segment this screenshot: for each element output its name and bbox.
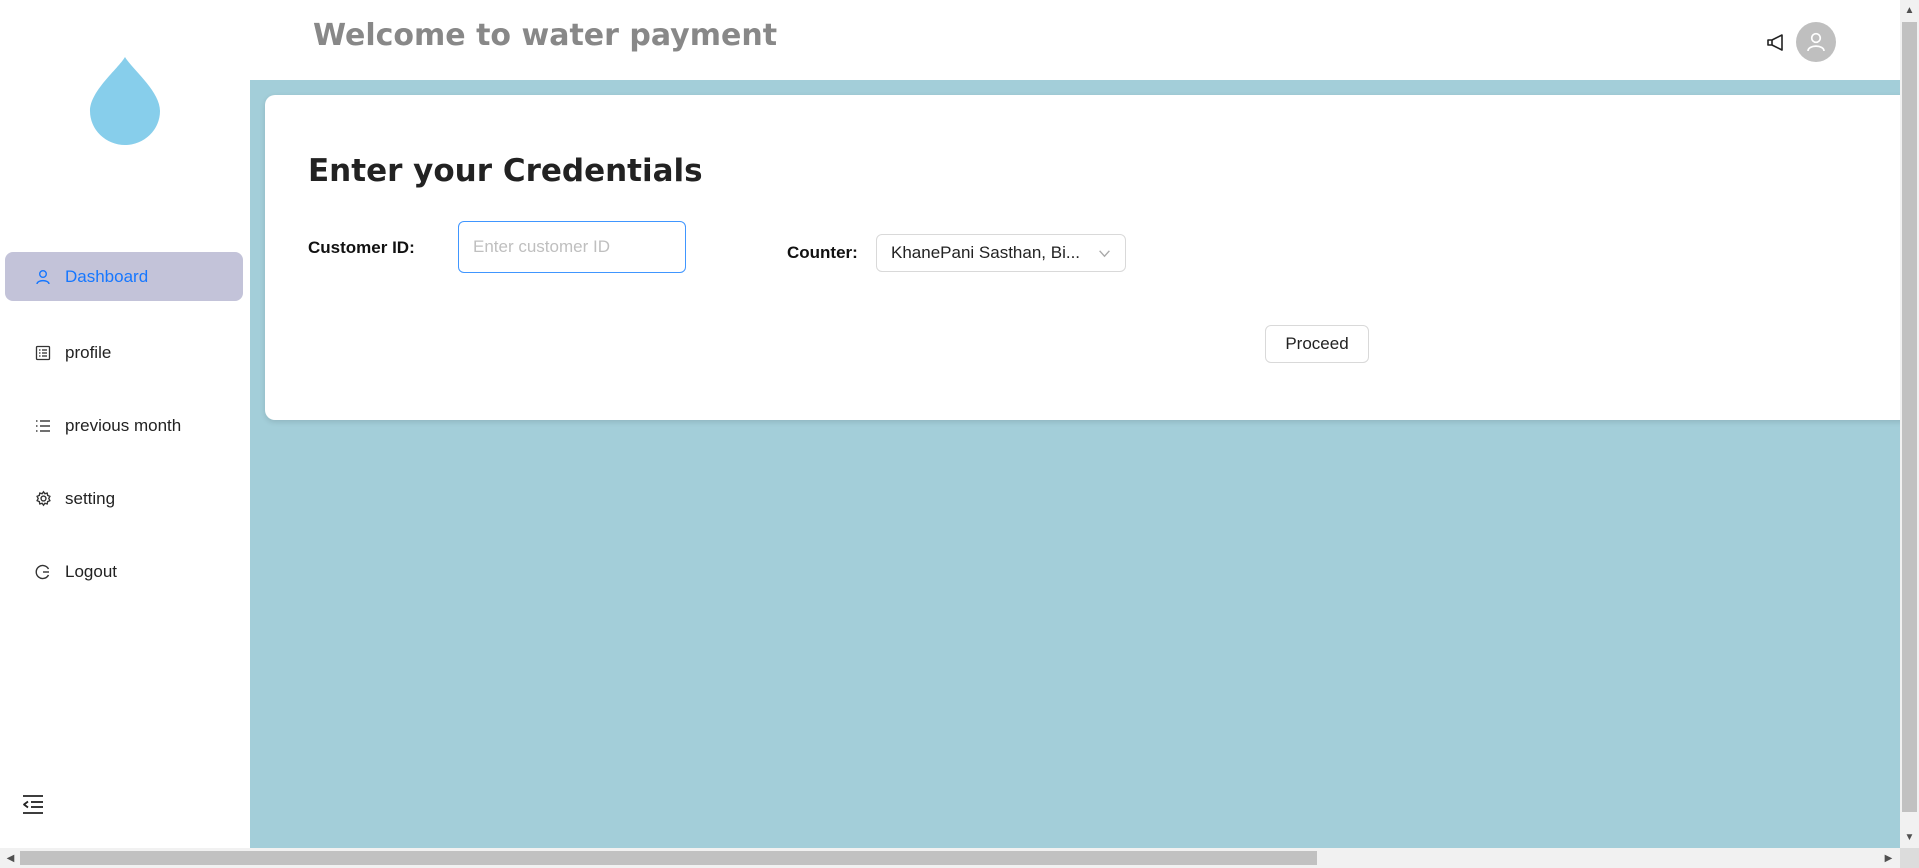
main-content: Enter your Credentials Customer ID: Coun… xyxy=(250,80,1915,848)
sidebar-item-label: setting xyxy=(65,488,116,508)
scrollbar-corner xyxy=(1900,848,1919,868)
megaphone-icon[interactable] xyxy=(1765,32,1787,54)
water-drop-icon xyxy=(90,57,160,145)
sidebar-item-label: previous month xyxy=(65,415,182,435)
customer-id-input[interactable] xyxy=(458,221,686,273)
avatar[interactable] xyxy=(1796,22,1836,62)
menu-fold-icon[interactable] xyxy=(21,793,45,815)
scroll-down-icon[interactable]: ▼ xyxy=(1901,829,1918,846)
sidebar-item-label: Dashboard xyxy=(65,266,149,286)
vertical-scrollbar[interactable]: ▲ ▼ xyxy=(1900,0,1919,848)
logout-icon xyxy=(33,562,53,582)
sidebar-item-dashboard[interactable]: Dashboard xyxy=(5,252,243,301)
horizontal-scrollbar[interactable]: ◀ ▶ xyxy=(0,848,1900,868)
list-icon xyxy=(33,416,53,436)
profile-icon xyxy=(33,343,53,363)
sidebar: Dashboard profile previous month setting… xyxy=(0,0,251,848)
counter-select-value: KhanePani Sasthan, Bi... xyxy=(891,243,1081,262)
header: Welcome to water payment xyxy=(250,0,1900,80)
sidebar-item-logout[interactable]: Logout xyxy=(5,547,243,596)
sidebar-item-profile[interactable]: profile xyxy=(5,328,243,377)
scroll-left-icon[interactable]: ◀ xyxy=(2,850,19,867)
scroll-right-icon[interactable]: ▶ xyxy=(1880,850,1897,867)
sidebar-item-label: Logout xyxy=(65,561,117,581)
card-title: Enter your Credentials xyxy=(308,153,703,189)
counter-label: Counter: xyxy=(787,243,858,262)
sidebar-item-setting[interactable]: setting xyxy=(5,474,243,523)
user-icon xyxy=(33,267,53,287)
customer-id-label: Customer ID: xyxy=(308,238,415,257)
scroll-up-icon[interactable]: ▲ xyxy=(1901,2,1918,19)
app-window: Dashboard profile previous month setting… xyxy=(0,0,1919,868)
counter-select[interactable]: KhanePani Sasthan, Bi... xyxy=(876,234,1126,272)
sidebar-item-previous-month[interactable]: previous month xyxy=(5,401,243,450)
vertical-scroll-thumb[interactable] xyxy=(1902,22,1917,812)
sidebar-item-label: profile xyxy=(65,342,112,362)
credentials-card: Enter your Credentials Customer ID: Coun… xyxy=(265,95,1915,420)
chevron-down-icon xyxy=(1099,249,1110,257)
proceed-button[interactable]: Proceed xyxy=(1265,325,1369,363)
gear-icon xyxy=(33,489,53,509)
user-icon xyxy=(1807,32,1825,52)
page-title: Welcome to water payment xyxy=(313,18,778,53)
horizontal-scroll-thumb[interactable] xyxy=(20,851,1317,865)
